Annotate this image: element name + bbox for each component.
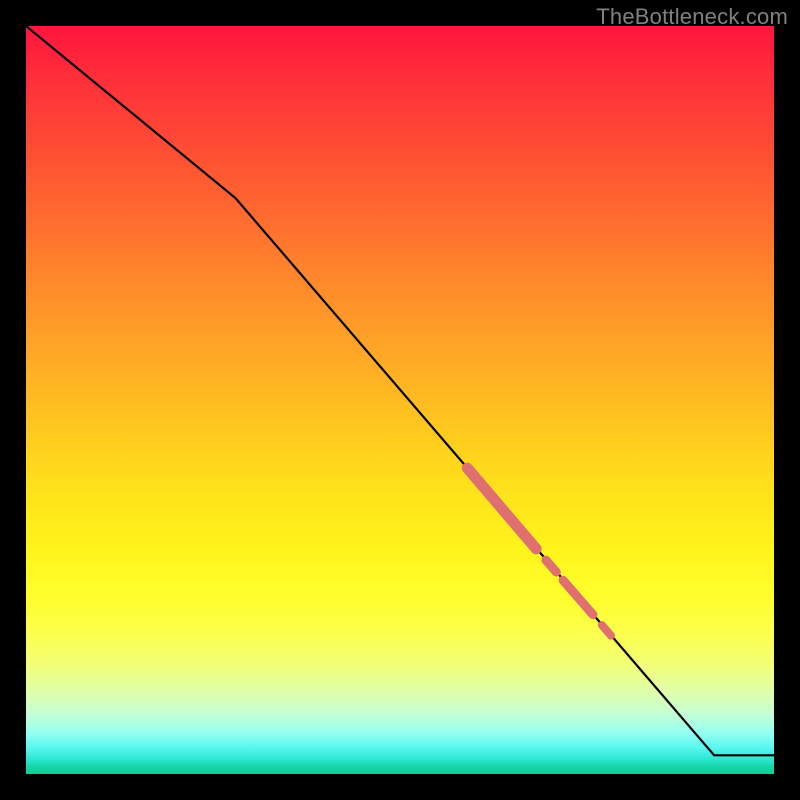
watermark-text: TheBottleneck.com xyxy=(596,4,788,30)
highlight-segment-0 xyxy=(467,468,536,549)
highlight-segment-3 xyxy=(602,625,611,635)
highlight-segment-1 xyxy=(546,560,556,572)
plot-area xyxy=(26,26,774,774)
chart-curve xyxy=(26,26,774,755)
highlight-segment-2 xyxy=(563,580,593,614)
line-layer xyxy=(26,26,774,774)
chart-frame: TheBottleneck.com xyxy=(0,0,800,800)
